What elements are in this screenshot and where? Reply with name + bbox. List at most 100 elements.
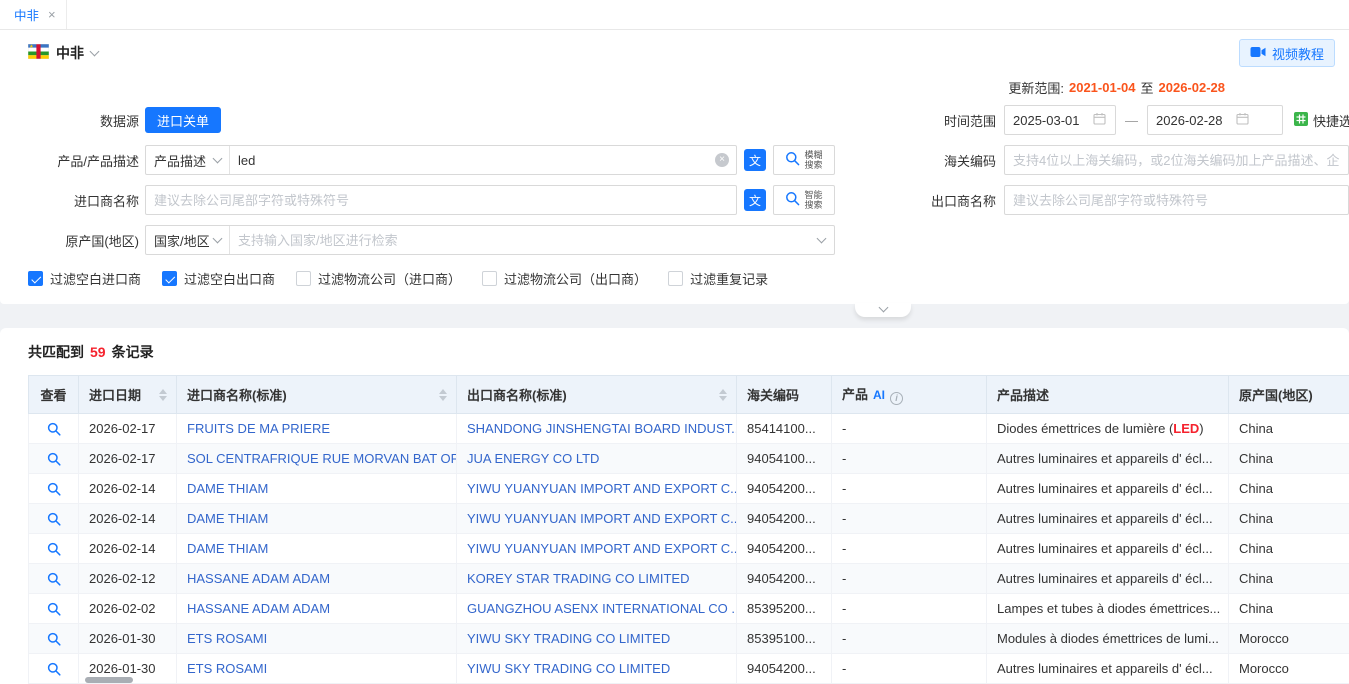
results-summary-prefix: 共匹配到 xyxy=(28,342,84,362)
filter-checkbox[interactable]: 过滤重复记录 xyxy=(668,269,768,288)
exporter-link[interactable]: YIWU YUANYUAN IMPORT AND EXPORT C... xyxy=(467,511,737,526)
importer-link[interactable]: HASSANE ADAM ADAM xyxy=(187,571,330,586)
view-detail-button[interactable] xyxy=(47,662,61,676)
exporter-link[interactable]: GUANGZHOU ASENX INTERNATIONAL CO ... xyxy=(467,601,737,616)
product-search-input[interactable] xyxy=(230,153,715,168)
origin-type-value: 国家/地区 xyxy=(154,231,210,250)
collapse-panel-button[interactable] xyxy=(855,303,911,317)
view-detail-button[interactable] xyxy=(47,482,61,496)
view-detail-button[interactable] xyxy=(47,542,61,556)
filter-checkbox[interactable]: 过滤空白进口商 xyxy=(28,269,141,288)
exporter-link[interactable]: KOREY STAR TRADING CO LIMITED xyxy=(467,571,689,586)
cell-product: - xyxy=(832,594,987,624)
importer-link[interactable]: FRUITS DE MA PRIERE xyxy=(187,421,330,436)
exporter-link[interactable]: JUA ENERGY CO LTD xyxy=(467,451,599,466)
cell-view xyxy=(29,624,79,654)
column-header[interactable]: 出口商名称(标准) xyxy=(457,376,737,414)
view-detail-button[interactable] xyxy=(47,602,61,616)
cell-exporter: JUA ENERGY CO LTD xyxy=(457,444,737,474)
fuzzy-search-label-line2: 搜索 xyxy=(804,160,822,170)
info-icon[interactable] xyxy=(890,392,903,405)
exporter-name-input[interactable] xyxy=(1005,193,1348,208)
tab-zhongfei[interactable]: 中非 × xyxy=(0,0,67,29)
product-type-select[interactable]: 产品描述 xyxy=(146,146,230,174)
chevron-down-icon xyxy=(213,233,223,243)
cell-origin-country: China xyxy=(1229,444,1349,474)
column-header-label: 海关编码 xyxy=(747,388,799,403)
cell-product: - xyxy=(832,564,987,594)
checkbox-unchecked-icon[interactable] xyxy=(296,271,311,286)
cell-importer: ETS ROSAMI xyxy=(177,624,457,654)
cell-view xyxy=(29,654,79,684)
filter-checkbox[interactable]: 过滤物流公司（进口商） xyxy=(296,269,461,288)
importer-link[interactable]: ETS ROSAMI xyxy=(187,661,267,676)
fuzzy-search-button[interactable]: 模糊 搜索 xyxy=(773,145,835,175)
cell-view xyxy=(29,594,79,624)
filter-checkbox[interactable]: 过滤空白出口商 xyxy=(162,269,275,288)
horizontal-scrollbar-thumb[interactable] xyxy=(85,677,133,683)
cell-importer: DAME THIAM xyxy=(177,474,457,504)
table-row: 2026-02-02HASSANE ADAM ADAMGUANGZHOU ASE… xyxy=(29,594,1349,624)
importer-link[interactable]: DAME THIAM xyxy=(187,511,268,526)
smart-search-button[interactable]: 智能 搜索 xyxy=(773,185,835,215)
importer-link[interactable]: ETS ROSAMI xyxy=(187,631,267,646)
date-from-field[interactable] xyxy=(1013,113,1089,128)
column-header[interactable]: 进口日期 xyxy=(79,376,177,414)
view-detail-button[interactable] xyxy=(47,632,61,646)
column-header-label: 产品 xyxy=(842,387,868,402)
hs-code-input[interactable] xyxy=(1005,153,1348,168)
column-header-label: 出口商名称(标准) xyxy=(467,388,567,403)
page-header: 中非 视频教程 xyxy=(0,30,1349,76)
importer-link[interactable]: DAME THIAM xyxy=(187,481,268,496)
importer-link[interactable]: DAME THIAM xyxy=(187,541,268,556)
importer-link[interactable]: HASSANE ADAM ADAM xyxy=(187,601,330,616)
checkbox-unchecked-icon[interactable] xyxy=(482,271,497,286)
translate-icon[interactable]: 文 xyxy=(744,149,766,171)
hs-code-label: 海关编码 xyxy=(916,151,996,170)
search-icon xyxy=(785,151,800,169)
data-source-label: 数据源 xyxy=(28,111,139,130)
view-detail-button[interactable] xyxy=(47,512,61,526)
importer-name-input[interactable] xyxy=(146,193,736,208)
translate-icon[interactable]: 文 xyxy=(744,189,766,211)
exporter-link[interactable]: SHANDONG JINSHENGTAI BOARD INDUST... xyxy=(467,421,737,436)
video-tutorial-button[interactable]: 视频教程 xyxy=(1239,39,1335,67)
table-row: 2026-02-14DAME THIAMYIWU YUANYUAN IMPORT… xyxy=(29,504,1349,534)
tab-close-icon[interactable]: × xyxy=(48,8,56,21)
product-label: 产品/产品描述 xyxy=(28,151,139,170)
origin-type-select[interactable]: 国家/地区 xyxy=(146,226,230,254)
checkbox-unchecked-icon[interactable] xyxy=(668,271,683,286)
view-detail-button[interactable] xyxy=(47,452,61,466)
quick-select-label: 快捷选择 xyxy=(1313,111,1349,130)
date-from-input[interactable] xyxy=(1004,105,1116,135)
clear-input-icon[interactable]: × xyxy=(715,153,729,167)
country-selector[interactable]: 中非 xyxy=(28,43,98,63)
exporter-link[interactable]: YIWU YUANYUAN IMPORT AND EXPORT C... xyxy=(467,541,737,556)
sort-icons[interactable] xyxy=(719,389,727,401)
table-row: 2026-02-17SOL CENTRAFRIQUE RUE MORVAN BA… xyxy=(29,444,1349,474)
view-detail-button[interactable] xyxy=(47,572,61,586)
sort-icons[interactable] xyxy=(439,389,447,401)
importer-link[interactable]: SOL CENTRAFRIQUE RUE MORVAN BAT OF... xyxy=(187,451,457,466)
date-to-field[interactable] xyxy=(1156,113,1232,128)
origin-country-input[interactable] xyxy=(230,233,818,248)
filter-checkbox[interactable]: 过滤物流公司（出口商） xyxy=(482,269,647,288)
column-header: 产品描述 xyxy=(987,376,1229,414)
quick-select-button[interactable]: 快捷选择 xyxy=(1294,111,1349,130)
date-to-input[interactable] xyxy=(1147,105,1283,135)
exporter-link[interactable]: YIWU YUANYUAN IMPORT AND EXPORT C... xyxy=(467,481,737,496)
column-header-label: 进口日期 xyxy=(89,388,141,403)
view-detail-button[interactable] xyxy=(47,422,61,436)
data-source-import-declarations-button[interactable]: 进口关单 xyxy=(145,107,221,133)
cell-hs-code: 94054200... xyxy=(737,534,832,564)
sort-icons[interactable] xyxy=(159,389,167,401)
exporter-link[interactable]: YIWU SKY TRADING CO LIMITED xyxy=(467,631,670,646)
checkbox-checked-icon[interactable] xyxy=(28,271,43,286)
update-range-from: 2021-01-04 xyxy=(1069,80,1136,95)
exporter-link[interactable]: YIWU SKY TRADING CO LIMITED xyxy=(467,661,670,676)
chevron-down-icon xyxy=(213,153,223,163)
product-type-value: 产品描述 xyxy=(154,151,206,170)
country-flag-icon xyxy=(28,44,49,62)
column-header[interactable]: 进口商名称(标准) xyxy=(177,376,457,414)
checkbox-checked-icon[interactable] xyxy=(162,271,177,286)
